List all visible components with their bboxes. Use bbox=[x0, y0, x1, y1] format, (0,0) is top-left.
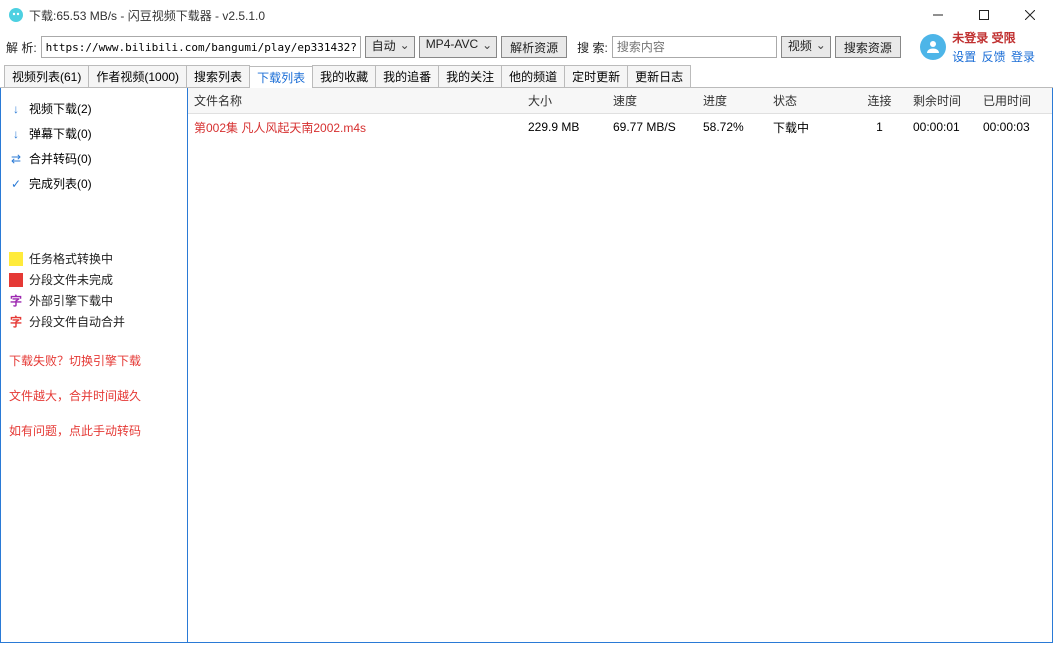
legend-3: 字分段文件自动合并 bbox=[7, 311, 181, 332]
avatar[interactable] bbox=[920, 34, 946, 60]
settings-link[interactable]: 设置 bbox=[952, 50, 976, 64]
search-label: 搜 索: bbox=[577, 39, 608, 56]
cell-progress: 58.72% bbox=[697, 120, 767, 134]
col-progress[interactable]: 进度 bbox=[697, 92, 767, 109]
legend-1: 分段文件未完成 bbox=[7, 269, 181, 290]
tab-0[interactable]: 视频列表(61) bbox=[4, 65, 89, 87]
table-header: 文件名称 大小 速度 进度 状态 连接 剩余时间 已用时间 bbox=[188, 88, 1052, 114]
feedback-link[interactable]: 反馈 bbox=[982, 50, 1006, 64]
sidebar-label: 视频下载(2) bbox=[29, 100, 92, 117]
tab-4[interactable]: 我的收藏 bbox=[312, 65, 376, 87]
tab-2[interactable]: 搜索列表 bbox=[186, 65, 250, 87]
legend-0: 任务格式转换中 bbox=[7, 248, 181, 269]
user-area: 未登录 受限 设置 反馈 登录 bbox=[920, 29, 1047, 65]
sidebar-icon: ⇄ bbox=[9, 152, 23, 166]
tab-6[interactable]: 我的关注 bbox=[438, 65, 502, 87]
legend-char: 字 bbox=[9, 313, 23, 330]
sidebar-item-3[interactable]: ✓ 完成列表(0) bbox=[7, 171, 181, 196]
search-type-select[interactable]: 视频 bbox=[781, 36, 831, 58]
close-button[interactable] bbox=[1007, 0, 1053, 30]
mode-select[interactable]: 自动 bbox=[365, 36, 415, 58]
window-title: 下载:65.53 MB/s - 闪豆视频下载器 - v2.5.1.0 bbox=[29, 7, 915, 24]
col-conn[interactable]: 连接 bbox=[852, 92, 907, 109]
sidebar-icon: ✓ bbox=[9, 177, 23, 191]
parse-button[interactable]: 解析资源 bbox=[501, 36, 567, 58]
legend-swatch bbox=[9, 273, 23, 287]
legend-label: 分段文件未完成 bbox=[29, 271, 113, 288]
sidebar-icon: ↓ bbox=[9, 127, 23, 141]
url-input[interactable] bbox=[41, 36, 361, 58]
sidebar-label: 合并转码(0) bbox=[29, 150, 92, 167]
search-button[interactable]: 搜索资源 bbox=[835, 36, 901, 58]
sidebar: ↓ 视频下载(2) ↓ 弹幕下载(0) ⇄ 合并转码(0) ✓ 完成列表(0) 任务格式转换中… bbox=[0, 88, 188, 643]
tab-1[interactable]: 作者视频(1000) bbox=[88, 65, 187, 87]
tab-7[interactable]: 他的频道 bbox=[501, 65, 565, 87]
legend-2: 字外部引擎下载中 bbox=[7, 290, 181, 311]
col-elapsed[interactable]: 已用时间 bbox=[977, 92, 1052, 109]
app-icon bbox=[8, 7, 24, 23]
legend-label: 任务格式转换中 bbox=[29, 250, 113, 267]
col-speed[interactable]: 速度 bbox=[607, 92, 697, 109]
search-input[interactable] bbox=[612, 36, 777, 58]
col-remain[interactable]: 剩余时间 bbox=[907, 92, 977, 109]
legend-label: 分段文件自动合并 bbox=[29, 313, 125, 330]
maximize-button[interactable] bbox=[961, 0, 1007, 30]
cell-remain: 00:00:01 bbox=[907, 120, 977, 134]
minimize-button[interactable] bbox=[915, 0, 961, 30]
sidebar-item-1[interactable]: ↓ 弹幕下载(0) bbox=[7, 121, 181, 146]
tip-1[interactable]: 文件越大，合并时间越久 bbox=[7, 383, 181, 408]
cell-status: 下载中 bbox=[767, 119, 852, 136]
login-status: 未登录 受限 bbox=[952, 29, 1037, 46]
col-status[interactable]: 状态 bbox=[767, 92, 852, 109]
tab-8[interactable]: 定时更新 bbox=[564, 65, 628, 87]
cell-name: 第002集 凡人风起天南2002.m4s bbox=[188, 119, 522, 136]
cell-size: 229.9 MB bbox=[522, 120, 607, 134]
tab-5[interactable]: 我的追番 bbox=[375, 65, 439, 87]
cell-elapsed: 00:00:03 bbox=[977, 120, 1052, 134]
toolbar: 解 析: 自动 MP4-AVC 解析资源 搜 索: 视频 搜索资源 未登录 受限… bbox=[0, 30, 1053, 64]
tip-2[interactable]: 如有问题，点此手动转码 bbox=[7, 418, 181, 443]
table-row[interactable]: 第002集 凡人风起天南2002.m4s 229.9 MB 69.77 MB/S… bbox=[188, 114, 1052, 140]
sidebar-icon: ↓ bbox=[9, 102, 23, 116]
titlebar: 下载:65.53 MB/s - 闪豆视频下载器 - v2.5.1.0 bbox=[0, 0, 1053, 30]
legend-label: 外部引擎下载中 bbox=[29, 292, 113, 309]
tabs: 视频列表(61)作者视频(1000)搜索列表下载列表我的收藏我的追番我的关注他的… bbox=[0, 64, 1053, 88]
window-controls bbox=[915, 0, 1053, 30]
sidebar-label: 完成列表(0) bbox=[29, 175, 92, 192]
legend-char: 字 bbox=[9, 292, 23, 309]
sidebar-item-2[interactable]: ⇄ 合并转码(0) bbox=[7, 146, 181, 171]
legend-swatch bbox=[9, 252, 23, 266]
cell-speed: 69.77 MB/S bbox=[607, 120, 697, 134]
parse-label: 解 析: bbox=[6, 39, 37, 56]
tab-3[interactable]: 下载列表 bbox=[249, 66, 313, 88]
user-links: 设置 反馈 登录 bbox=[952, 48, 1037, 65]
download-table: 文件名称 大小 速度 进度 状态 连接 剩余时间 已用时间 第002集 凡人风起… bbox=[188, 88, 1053, 643]
col-size[interactable]: 大小 bbox=[522, 92, 607, 109]
col-name[interactable]: 文件名称 bbox=[188, 92, 522, 109]
sidebar-item-0[interactable]: ↓ 视频下载(2) bbox=[7, 96, 181, 121]
tab-9[interactable]: 更新日志 bbox=[627, 65, 691, 87]
format-select[interactable]: MP4-AVC bbox=[419, 36, 497, 58]
tip-0[interactable]: 下载失败？切换引擎下载 bbox=[7, 348, 181, 373]
login-link[interactable]: 登录 bbox=[1011, 50, 1035, 64]
cell-conn: 1 bbox=[852, 120, 907, 134]
sidebar-label: 弹幕下载(0) bbox=[29, 125, 92, 142]
